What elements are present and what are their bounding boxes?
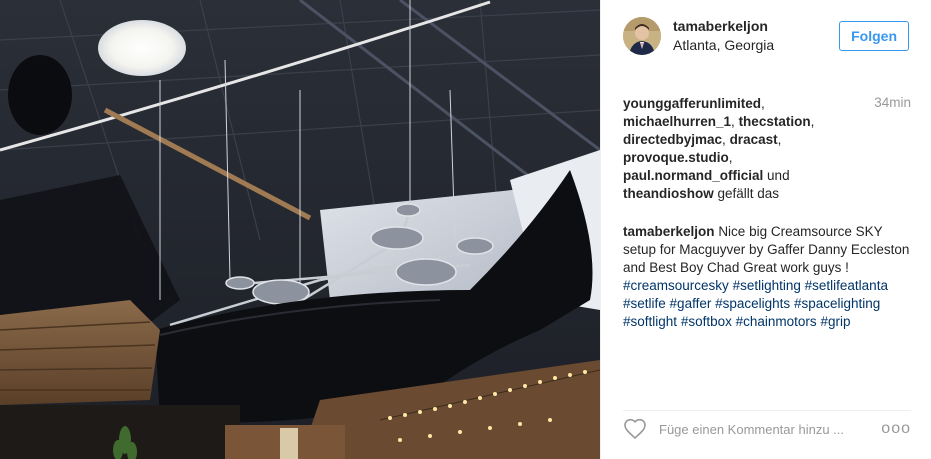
studio-lighting-photo: [0, 0, 600, 459]
caption-author[interactable]: tamaberkeljon: [623, 224, 715, 239]
liker-username[interactable]: thecstation: [739, 114, 811, 129]
liker-username[interactable]: directedbyjmac: [623, 132, 722, 147]
user-portrait-icon: [623, 17, 661, 55]
likes-suffix: gefällt das: [717, 186, 780, 201]
user-info: tamaberkeljon Atlanta, Georgia: [673, 17, 774, 55]
hashtag-link[interactable]: #gaffer: [670, 296, 712, 311]
liker-username[interactable]: paul.normand_official: [623, 168, 763, 183]
more-options-icon[interactable]: ooo: [881, 420, 911, 438]
liker-username[interactable]: younggafferunlimited: [623, 96, 761, 111]
liker-username[interactable]: theandioshow: [623, 186, 714, 201]
location[interactable]: Atlanta, Georgia: [673, 36, 774, 55]
liker-username[interactable]: provoque.studio: [623, 150, 729, 165]
post-sidebar: tamaberkeljon Atlanta, Georgia Folgen yo…: [600, 0, 931, 459]
hashtag-link[interactable]: #softbox: [681, 314, 732, 329]
hashtag-link[interactable]: #creamsourcesky: [623, 278, 729, 293]
liker-username[interactable]: dracast: [730, 132, 778, 147]
hashtag-link[interactable]: #setlighting: [733, 278, 801, 293]
instagram-post: tamaberkeljon Atlanta, Georgia Folgen yo…: [0, 0, 931, 459]
comment-input[interactable]: Füge einen Kommentar hinzu ...: [659, 422, 881, 437]
hashtag-link[interactable]: #spacelighting: [794, 296, 880, 311]
hashtag-link[interactable]: #softlight: [623, 314, 677, 329]
likes-and-word: und: [767, 168, 790, 183]
username[interactable]: tamaberkeljon: [673, 17, 774, 36]
likes-summary: younggafferunlimited, michaelhurren_1, t…: [623, 96, 815, 201]
heart-outline-icon[interactable]: [623, 417, 647, 441]
liker-username[interactable]: michaelhurren_1: [623, 114, 731, 129]
comment-bar: Füge einen Kommentar hinzu ... ooo: [623, 410, 911, 447]
post-header: tamaberkeljon Atlanta, Georgia Folgen: [623, 14, 911, 58]
post-photo[interactable]: [0, 0, 600, 459]
hashtag-link[interactable]: #setlife: [623, 296, 666, 311]
follow-button[interactable]: Folgen: [839, 21, 909, 51]
avatar[interactable]: [623, 17, 661, 55]
post-timestamp[interactable]: 34min: [874, 95, 911, 110]
hashtag-link[interactable]: #spacelights: [715, 296, 790, 311]
hashtag-link[interactable]: #grip: [820, 314, 850, 329]
hashtag-link[interactable]: #chainmotors: [736, 314, 817, 329]
hashtag-link[interactable]: #setlifeatlanta: [805, 278, 888, 293]
post-caption: tamaberkeljon Nice big Creamsource SKY s…: [623, 223, 913, 331]
